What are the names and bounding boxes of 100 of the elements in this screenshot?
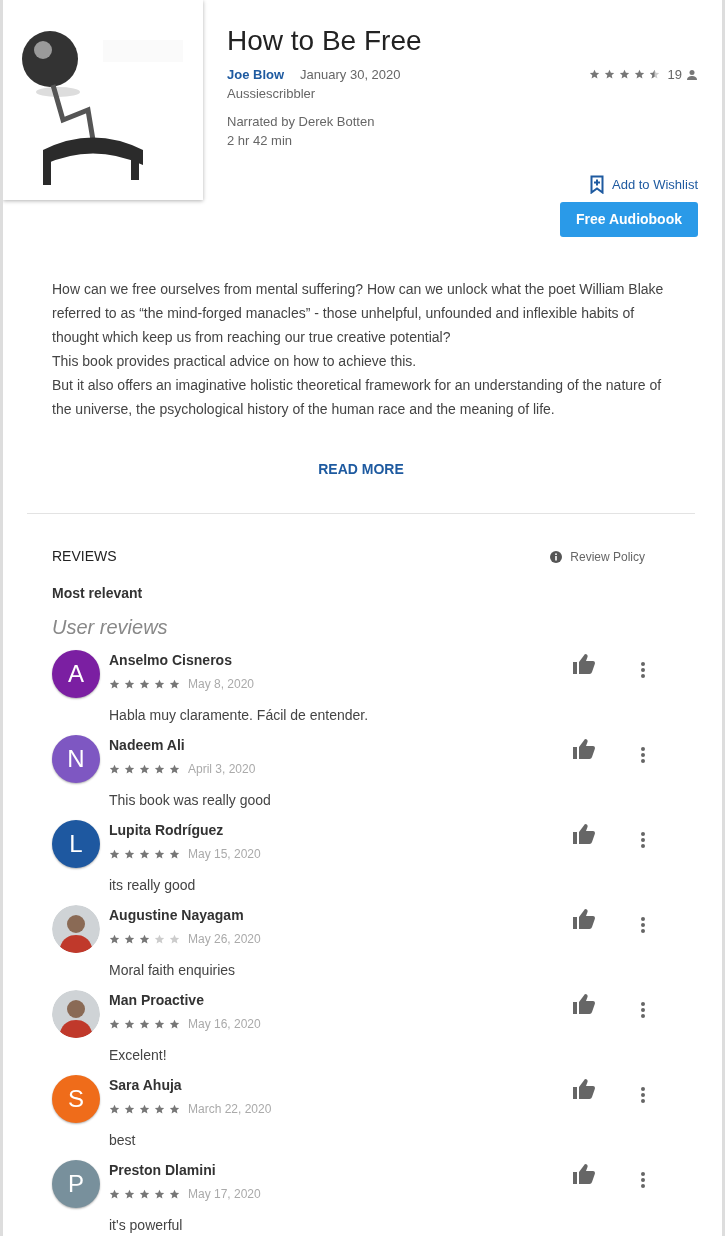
publisher-name: Aussiescribbler [227, 85, 317, 104]
review-text: best [109, 1131, 137, 1151]
star-icon [169, 933, 180, 945]
wishlist-link[interactable]: Add to Wishlist [612, 174, 698, 195]
star-icon [139, 933, 150, 945]
sort-label[interactable]: Most relevant [52, 583, 670, 605]
review-policy-link[interactable]: Review Policy [570, 547, 645, 566]
review-text: it's powerful [109, 1216, 184, 1236]
star-icon [109, 1103, 120, 1115]
review-text: This book was really good [109, 791, 272, 811]
more-options-icon[interactable] [641, 1087, 645, 1104]
star-icon [154, 678, 165, 690]
star-icon [169, 1103, 180, 1115]
star-icon [169, 763, 180, 775]
thumbs-up-icon[interactable] [573, 1164, 595, 1185]
star-icon [109, 1188, 120, 1200]
star-icon [109, 763, 120, 775]
star-icon [633, 69, 645, 81]
reviewer-name: Preston Dlamini [109, 1161, 217, 1181]
thumbs-up-icon[interactable] [573, 739, 595, 760]
avatar: A [52, 650, 100, 699]
review-date: April 3, 2020 [188, 761, 256, 779]
reviewer-name: Augustine Nayagam [109, 906, 245, 926]
star-icon [139, 1018, 150, 1030]
book-title: How to Be Free [227, 26, 423, 57]
star-icon [154, 933, 165, 945]
star-icon [139, 678, 150, 690]
publish-date: January 30, 2020 [300, 65, 401, 84]
more-options-icon[interactable] [641, 917, 645, 934]
star-icon [154, 1103, 165, 1115]
star-icon [648, 69, 660, 81]
avatar: N [52, 735, 100, 784]
reviewer-name: Sara Ahuja [109, 1076, 183, 1096]
avatar: S [52, 1075, 100, 1124]
star-icon [169, 848, 180, 860]
star-icon [169, 1018, 180, 1030]
star-icon [124, 1103, 135, 1115]
star-icon [154, 763, 165, 775]
description-text: How can we free ourselves from mental suffering? How can we unlock what the poet William Blake referred to as “the mind-forged manacles” - those unhelpful, unfounded and inflexible habits of thought which keep us from reaching our true creative potential? [52, 280, 665, 348]
reviewer-name: Nadeem Ali [109, 736, 186, 756]
star-icon [109, 678, 120, 690]
review-text: Excelent! [109, 1046, 168, 1066]
review-text: its really good [109, 876, 197, 896]
avatar [52, 905, 100, 954]
star-icon [154, 1018, 165, 1030]
reviewer-name: Anselmo Cisneros [109, 651, 233, 671]
star-icon [618, 69, 630, 81]
star-icon [139, 848, 150, 860]
author-link[interactable]: Joe Blow [227, 64, 285, 85]
review-date: May 15, 2020 [188, 846, 261, 864]
reviews-heading: REVIEWS [52, 547, 117, 567]
star-icon [588, 69, 600, 81]
thumbs-up-icon[interactable] [573, 1079, 595, 1100]
person-icon [686, 68, 698, 81]
star-icon [154, 1188, 165, 1200]
narrator-text: Narrated by Derek Botten [227, 112, 376, 131]
star-icon [139, 763, 150, 775]
review-text: Moral faith enquiries [109, 961, 237, 981]
star-icon [124, 678, 135, 690]
read-more-button[interactable]: READ MORE [312, 458, 410, 482]
star-icon [124, 1188, 135, 1200]
description-text: But it also offers an imaginative holistic theoretical framework for an understanding of the nature of the universe, the psychological history of the human race and the meaning of life. [52, 376, 663, 420]
star-icon [169, 1188, 180, 1200]
duration-text: 2 hr 42 min [227, 132, 294, 151]
thumbs-up-icon[interactable] [573, 994, 595, 1015]
bookmark-add-icon [590, 175, 604, 195]
avatar [52, 990, 100, 1039]
star-icon [139, 1103, 150, 1115]
review-date: May 17, 2020 [188, 1186, 261, 1204]
thumbs-up-icon[interactable] [573, 654, 595, 675]
star-icon [109, 1018, 120, 1030]
star-icon [124, 763, 135, 775]
star-icon [124, 933, 135, 945]
star-icon [124, 1018, 135, 1030]
star-icon [109, 848, 120, 860]
review-date: May 8, 2020 [188, 676, 255, 694]
more-options-icon[interactable] [641, 1002, 645, 1019]
rating-count: 19 [667, 65, 682, 84]
review-date: May 26, 2020 [188, 931, 261, 949]
info-icon [550, 550, 563, 563]
star-icon [603, 69, 615, 81]
more-options-icon[interactable] [641, 747, 645, 764]
thumbs-up-icon[interactable] [573, 909, 595, 930]
more-options-icon[interactable] [641, 1172, 645, 1189]
avatar: P [52, 1160, 100, 1209]
more-options-icon[interactable] [641, 662, 645, 679]
star-icon [109, 933, 120, 945]
star-icon [139, 1188, 150, 1200]
star-icon [169, 678, 180, 690]
review-date: March 22, 2020 [188, 1101, 272, 1119]
section-subtitle: User reviews [52, 615, 169, 641]
review-date: May 16, 2020 [188, 1016, 261, 1034]
reviewer-name: Lupita Rodríguez [109, 821, 225, 841]
star-icon [124, 848, 135, 860]
more-options-icon[interactable] [641, 832, 645, 849]
star-icon [154, 848, 165, 860]
avatar: L [52, 820, 100, 869]
reviewer-name: Man Proactive [109, 991, 205, 1011]
thumbs-up-icon[interactable] [573, 824, 595, 845]
review-text: Habla muy claramente. Fácil de entender. [109, 706, 370, 726]
